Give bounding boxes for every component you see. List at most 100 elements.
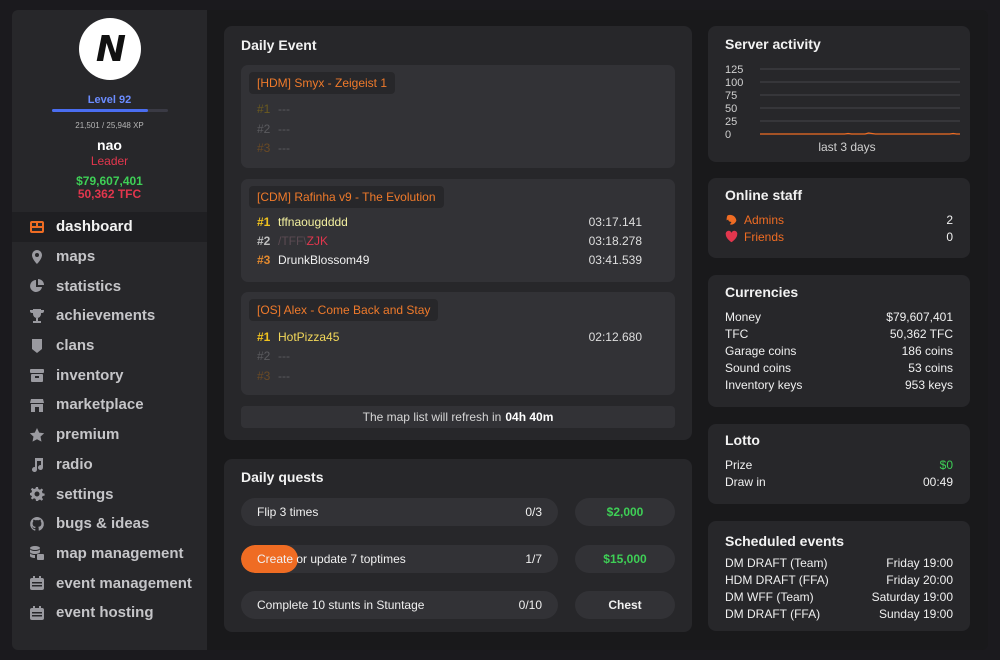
card-title: Scheduled events <box>725 533 845 549</box>
sidebar-item-label: event hosting <box>56 604 154 622</box>
sidebar-item-label: map management <box>56 544 184 562</box>
activity-series-line <box>760 132 960 135</box>
lotto-row: Prize $0 <box>725 456 953 473</box>
sidebar-item-statistics[interactable]: statistics <box>12 271 207 301</box>
sidebar-item-label: event management <box>56 574 192 592</box>
quest-item[interactable]: Create or update 7 toptimes 1/7 <box>241 545 558 573</box>
pie-chart-icon <box>28 277 46 295</box>
lotto-card: Lotto Prize $0 Draw in 00:49 <box>708 424 970 504</box>
event-box: [CDM] Rafinha v9 - The Evolution #1 tffn… <box>241 179 675 282</box>
quest-reward-button[interactable]: $2,000 <box>575 498 675 526</box>
rank-row: #1 --- <box>257 100 642 118</box>
card-title: Currencies <box>725 284 799 300</box>
player-name-prefix: /TFF\ <box>278 234 307 248</box>
event-name: DM DRAFT (Team) <box>725 555 828 570</box>
quest-label: Create or update 7 toptimes <box>257 552 406 566</box>
quest-item[interactable]: Flip 3 times 0/3 <box>241 498 558 526</box>
rank-label: #1 <box>257 102 271 116</box>
shrimp-icon <box>726 214 737 225</box>
currency-value: 186 coins <box>901 343 953 358</box>
scheduled-event-row[interactable]: DM DRAFT (Team) Friday 19:00 <box>725 554 953 571</box>
refresh-text: The map list will refresh in <box>362 410 502 424</box>
event-name: DM DRAFT (FFA) <box>725 606 821 621</box>
scheduled-event-row[interactable]: HDM DRAFT (FFA) Friday 20:00 <box>725 571 953 588</box>
calendar-icon <box>28 604 46 622</box>
music-note-icon <box>28 455 46 473</box>
staff-row-friends[interactable]: Friends 0 <box>725 228 953 245</box>
heart-icon <box>725 230 738 243</box>
sidebar-item-radio[interactable]: radio <box>12 450 207 480</box>
xp-text: 21,501 / 25,948 XP <box>75 121 144 130</box>
daily-event-card: Daily Event [HDM] Smyx - Zeigeist 1 #1 -… <box>224 26 692 440</box>
event-map-name[interactable]: [CDM] Rafinha v9 - The Evolution <box>249 186 444 208</box>
currency-label: Sound coins <box>725 360 792 375</box>
sidebar-item-label: premium <box>56 426 120 444</box>
star-icon <box>28 426 46 444</box>
activity-chart: 1251007550250 last 3 days <box>725 64 960 154</box>
currency-label: Garage coins <box>725 343 797 358</box>
trophy-icon <box>28 307 46 325</box>
avatar[interactable]: N <box>79 18 141 80</box>
sidebar-item-map-management[interactable]: map management <box>12 539 207 569</box>
sidebar-item-label: statistics <box>56 277 122 295</box>
sidebar-item-premium[interactable]: premium <box>12 420 207 450</box>
sidebar-item-settings[interactable]: settings <box>12 479 207 509</box>
gear-icon <box>28 485 46 503</box>
player-name-suffix: ZJK <box>306 234 329 248</box>
currency-value: 50,362 TFC <box>889 326 953 341</box>
inventory-icon <box>28 366 46 384</box>
staff-count: 0 <box>946 229 953 244</box>
sidebar-item-dashboard[interactable]: dashboard <box>12 212 207 242</box>
quest-label: Flip 3 times <box>257 505 319 519</box>
player-name: --- <box>278 141 290 155</box>
quest-reward-button[interactable]: Chest <box>575 591 675 619</box>
sidebar-item-label: radio <box>56 455 93 473</box>
sidebar-item-event-hosting[interactable]: event hosting <box>12 598 207 628</box>
sidebar-item-inventory[interactable]: inventory <box>12 360 207 390</box>
y-tick-label: 125 <box>725 64 743 76</box>
sidebar-item-achievements[interactable]: achievements <box>12 301 207 331</box>
player-name: --- <box>278 349 290 363</box>
sidebar-item-bugs-ideas[interactable]: bugs & ideas <box>12 509 207 539</box>
server-activity-card: Server activity 125 100 75 50 25 0 last 3 days <box>708 26 970 162</box>
user-role: Leader <box>90 154 129 168</box>
user-tfc: 50,362 TFC <box>77 187 142 201</box>
currency-row: Garage coins 186 coins <box>725 342 953 359</box>
player-name: DrunkBlossom49 <box>278 253 370 267</box>
username: nao <box>97 137 122 153</box>
sidebar-item-label: clans <box>56 337 95 355</box>
sidebar-item-event-management[interactable]: event management <box>12 568 207 598</box>
event-name: DM WFF (Team) <box>725 589 814 604</box>
y-tick-label: 50 <box>725 103 737 115</box>
event-box: [HDM] Smyx - Zeigeist 1 #1 --- #2 --- #3… <box>241 65 675 168</box>
scheduled-event-row[interactable]: DM WFF (Team) Saturday 19:00 <box>725 588 953 605</box>
github-icon <box>28 515 46 533</box>
event-map-name[interactable]: [OS] Alex - Come Back and Stay <box>249 299 439 321</box>
quest-progress: 0/10 <box>518 598 542 612</box>
staff-label: Admins <box>744 212 785 227</box>
lotto-row: Draw in 00:49 <box>725 473 953 490</box>
sidebar-item-maps[interactable]: maps <box>12 242 207 272</box>
scheduled-event-row[interactable]: DM DRAFT (FFA) Sunday 19:00 <box>725 605 953 622</box>
quest-item[interactable]: Complete 10 stunts in Stuntage 0/10 <box>241 591 558 619</box>
sidebar-item-label: marketplace <box>56 396 144 414</box>
rank-row: #2 /TFF\ZJK 03:18.278 <box>257 232 642 250</box>
card-title: Daily quests <box>241 469 324 485</box>
sidebar-item-marketplace[interactable]: marketplace <box>12 390 207 420</box>
online-staff-card: Online staff Admins 2 Friends 0 <box>708 178 970 258</box>
currency-value: $79,607,401 <box>886 309 953 324</box>
calendar-icon <box>28 574 46 592</box>
event-map-name[interactable]: [HDM] Smyx - Zeigeist 1 <box>249 72 396 94</box>
rank-label: #3 <box>257 369 271 383</box>
currencies-card: Currencies Money $79,607,401 TFC 50,362 TF… <box>708 275 970 407</box>
staff-row-admins[interactable]: Admins 2 <box>725 211 953 228</box>
y-tick-label: 75 <box>725 90 737 102</box>
rank-label: #2 <box>257 122 271 136</box>
rank-label: #2 <box>257 349 271 363</box>
quest-progress: 0/3 <box>525 505 542 519</box>
sidebar-item-label: achievements <box>56 307 156 325</box>
rank-label: #3 <box>257 253 271 267</box>
quest-reward-button[interactable]: $15,000 <box>575 545 675 573</box>
sidebar-item-clans[interactable]: clans <box>12 331 207 361</box>
sidebar-item-label: settings <box>56 485 114 503</box>
